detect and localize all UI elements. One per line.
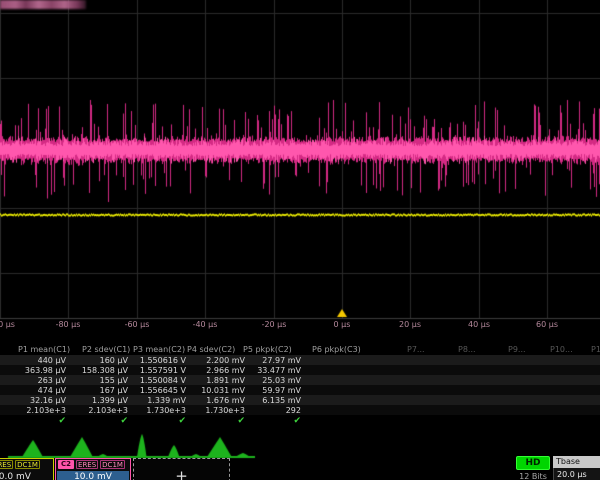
hd-indicator: HD 12 Bits	[516, 456, 550, 480]
measure-value: 155 µV	[100, 376, 128, 385]
measurement-table: P1 mean(C1) P2 sdev(C1)P3 mean(C2)P4 sdev…	[0, 343, 600, 435]
measure-value: 474 µV	[38, 386, 66, 395]
hd-badge[interactable]: HD	[516, 456, 550, 470]
measure-value: 1.399 µV	[92, 396, 128, 405]
add-trace-button[interactable]: +	[133, 458, 230, 480]
timebase-value: 20.0 µs	[553, 468, 600, 480]
oscilloscope-screen: -100 µs -80 µs -60 µs -40 µs -20 µs 0 µs 20 µs…	[0, 0, 600, 480]
measure-value: 1.339 mV	[147, 396, 186, 405]
c1-coupling-badge: DC1M	[15, 460, 40, 469]
measure-value: 1.730e+3	[205, 406, 245, 415]
measure-column-header[interactable]: P6 pkpk(C3)	[312, 345, 361, 354]
axis-tick-label: -20 µs	[244, 320, 304, 329]
measure-value: 1.557591 V	[140, 366, 186, 375]
axis-tick-label: -60 µs	[107, 320, 167, 329]
status-check-icon: ✔	[293, 416, 301, 426]
c2-badge-row: C2 ERES DC1M	[56, 459, 130, 470]
measure-value: 59.97 mV	[262, 386, 301, 395]
axis-tick-label: 20 µs	[380, 320, 440, 329]
measure-column-header[interactable]: P5 pkpk(C2)	[243, 345, 292, 354]
measure-value: 2.200 mV	[206, 356, 245, 365]
status-check-icon: ✔	[58, 416, 66, 426]
measure-column-header[interactable]: P9...	[508, 345, 526, 354]
measure-value: 1.891 mV	[206, 376, 245, 385]
c1-badge-row: C1 ERES DC1M	[0, 459, 53, 470]
c2-eres-badge: ERES	[76, 460, 98, 469]
measure-value: 1.676 mV	[206, 396, 245, 405]
measure-column-header[interactable]: P7...	[407, 345, 425, 354]
status-check-icon: ✔	[237, 416, 245, 426]
cropped-pink-text	[0, 0, 86, 9]
axis-tick-label: 40 µs	[449, 320, 509, 329]
measure-value: 27.97 mV	[262, 356, 301, 365]
axis-tick-label: -80 µs	[38, 320, 98, 329]
measure-column-header[interactable]: P8...	[458, 345, 476, 354]
measure-value: 1.550084 V	[140, 376, 186, 385]
channel-descriptor-c1[interactable]: C1 ERES DC1M 10.0 mV	[0, 458, 54, 480]
axis-tick-label: 0 µs	[312, 320, 372, 329]
measure-value: 167 µV	[100, 386, 128, 395]
measure-value: 160 µV	[100, 356, 128, 365]
measure-column-header[interactable]: P1...	[591, 345, 600, 354]
measure-value: 1.730e+3	[146, 406, 186, 415]
c2-vertical-scale[interactable]: 10.0 mV	[57, 471, 129, 480]
measure-value: 6.135 mV	[262, 396, 301, 405]
measure-value: 32.16 µV	[30, 396, 66, 405]
measure-value: 10.031 mV	[201, 386, 245, 395]
c2-coupling-badge: DC1M	[100, 460, 125, 469]
c1-eres-badge: ERES	[0, 460, 13, 469]
timebase-descriptor[interactable]: Tbase 20.0 µs	[553, 456, 600, 480]
measure-value: 1.556645 V	[140, 386, 186, 395]
hd-bits-label: 12 Bits	[516, 472, 550, 480]
measure-value: 440 µV	[38, 356, 66, 365]
channel-descriptor-c2[interactable]: C2 ERES DC1M 10.0 mV	[55, 458, 131, 480]
measure-value: 33.477 mV	[257, 366, 301, 375]
measure-value: 158.308 µV	[82, 366, 128, 375]
axis-tick-label: -40 µs	[175, 320, 235, 329]
measure-column-header[interactable]: P1 mean(C1)	[18, 345, 70, 354]
measure-column-header[interactable]: P2 sdev(C1)	[82, 345, 130, 354]
c2-label-badge[interactable]: C2	[58, 460, 74, 469]
measure-value: 263 µV	[38, 376, 66, 385]
measure-value: 25.03 mV	[262, 376, 301, 385]
status-check-icon: ✔	[178, 416, 186, 426]
axis-tick-label: -100 µs	[0, 320, 30, 329]
measure-column-header[interactable]: P3 mean(C2)	[133, 345, 185, 354]
measure-value: 2.103e+3	[26, 406, 66, 415]
measure-value: 2.966 mV	[206, 366, 245, 375]
measure-value: 363.98 µV	[25, 366, 66, 375]
status-check-icon: ✔	[120, 416, 128, 426]
c1-vertical-scale[interactable]: 10.0 mV	[0, 471, 52, 480]
timebase-title: Tbase	[553, 456, 600, 468]
measure-value: 2.103e+3	[88, 406, 128, 415]
measure-value: 292	[286, 406, 301, 415]
plus-icon: +	[175, 467, 188, 480]
measure-column-header[interactable]: P4 sdev(C2)	[187, 345, 235, 354]
measure-value: 1.550616 V	[140, 356, 186, 365]
measure-column-header[interactable]: P10...	[550, 345, 573, 354]
axis-tick-label: 60 µs	[517, 320, 577, 329]
